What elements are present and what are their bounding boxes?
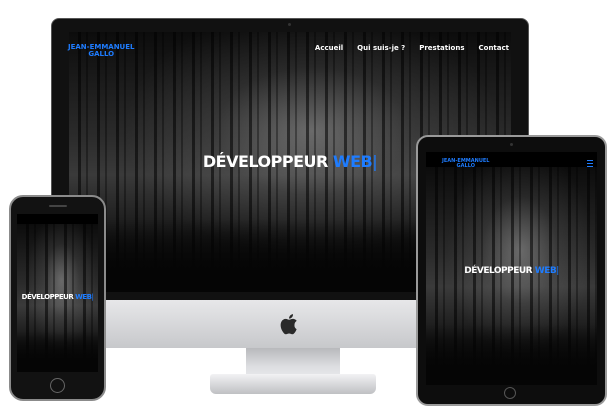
- iphone-speaker: [49, 205, 67, 207]
- hero-title-cursor: |: [372, 152, 378, 171]
- hero-title-main: DÉVELOPPEUR: [464, 266, 533, 276]
- hero-title-cursor: |: [91, 293, 94, 301]
- nav-item-prestations[interactable]: Prestations: [419, 44, 464, 52]
- ipad-home-button[interactable]: [504, 387, 516, 399]
- ipad-hero-title: DÉVELOPPEUR WEB|: [426, 266, 597, 276]
- hero-title-cursor: |: [556, 266, 559, 276]
- ipad-hero-background: [426, 167, 597, 385]
- iphone-home-button[interactable]: [50, 378, 65, 393]
- hamburger-menu-icon[interactable]: [587, 160, 593, 167]
- imac-navigation: Accueil Qui suis-je ? Prestations Contac…: [69, 32, 511, 64]
- nav-item-qui-suis-je[interactable]: Qui suis-je ?: [357, 44, 405, 52]
- nav-item-accueil[interactable]: Accueil: [315, 44, 343, 52]
- iphone-header: [17, 214, 98, 224]
- apple-logo-icon: [280, 314, 297, 335]
- hero-title-main: DÉVELOPPEUR: [21, 293, 74, 301]
- imac-stand-base: [210, 374, 376, 394]
- hero-title-accent: WEB: [534, 266, 557, 276]
- iphone-hero-title: DÉVELOPPEUR WEB|: [17, 293, 98, 301]
- ipad-camera: [510, 143, 513, 146]
- imac-camera: [288, 23, 291, 26]
- hero-title-accent: WEB: [75, 293, 92, 301]
- hero-title-accent: WEB: [332, 152, 373, 171]
- nav-item-contact[interactable]: Contact: [479, 44, 510, 52]
- hero-title-main: DÉVELOPPEUR: [202, 152, 328, 171]
